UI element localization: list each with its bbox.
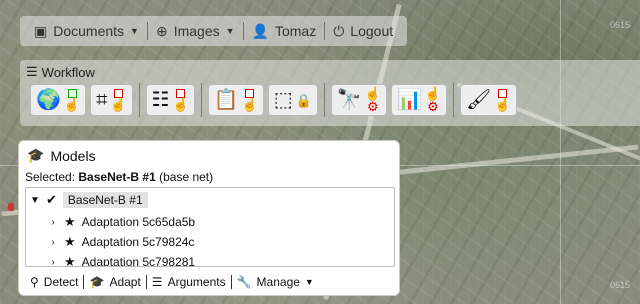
gear-icon: ⚙ [367, 99, 379, 114]
top-nav: ▣ Documents ▼ ⊕ Images ▼ 👤 Tomaz ⏻ Logou… [20, 16, 408, 46]
gear-icon: ⚙ [427, 99, 439, 114]
manage-label: Manage [256, 275, 300, 289]
workflow-panel: ☰ Workflow 🌍 ☝ ⌗ ☝ ☷ ☝ 📋 ☝ ⬚ 🔒 🔭 ☝ ⚙ 📊 ☝… [20, 60, 640, 126]
images-icon: ⊕ [155, 22, 168, 39]
brush-icon: 🖌 [466, 89, 492, 111]
images-menu[interactable]: ⊕ Images ▼ [148, 23, 243, 40]
selected-model-type: (base net) [159, 170, 214, 184]
binoculars-icon: ⚲ [30, 275, 39, 289]
folder-icon: ▣ [34, 22, 48, 39]
review-button[interactable]: 📋 ☝ [207, 84, 264, 116]
nav-divider [324, 22, 326, 40]
tree-item-label[interactable]: Adaptation 5c79824c [82, 235, 195, 249]
caret-down-icon: ▼ [130, 26, 139, 36]
pointer-hand-icon: ☝ [494, 97, 511, 112]
manage-menu[interactable]: 🔧 Manage ▼ [232, 275, 319, 289]
pointer-hand-icon: ☝ [63, 97, 81, 112]
caret-down-icon: ▼ [304, 277, 314, 287]
labels-button[interactable]: ☷ ☝ [145, 84, 195, 116]
tree-item-label[interactable]: Adaptation 5c798281 [82, 255, 195, 266]
models-title: Models [50, 147, 96, 164]
workflow-title: Workflow [41, 64, 95, 80]
documents-label: Documents [53, 23, 125, 39]
workflow-group-export: 🖌 ☝ [454, 83, 523, 117]
selected-model: Selected: BaseNet-B #1 (base net) [25, 170, 213, 184]
chevron-right-icon[interactable]: › [48, 257, 58, 267]
detect-action[interactable]: ⚲ Detect [25, 275, 83, 289]
tree-item[interactable]: › ★ Adaptation 5c65da5b [48, 214, 195, 230]
model-tree[interactable]: ▼ ✔ BaseNet-B #1 › ★ Adaptation 5c65da5b… [25, 187, 395, 267]
bar-chart-icon: 📊 [396, 89, 422, 111]
map-watermark: 0615 [609, 280, 630, 290]
checklist-icon: ☷ [151, 89, 170, 111]
map-watermark: 0615 [609, 20, 630, 30]
documents-menu[interactable]: ▣ Documents ▼ [26, 23, 147, 40]
polygon-icon: ⌗ [96, 89, 108, 111]
workflow-group-review: 📋 ☝ ⬚ 🔒 [202, 83, 325, 117]
chevron-right-icon[interactable]: › [48, 217, 58, 228]
nav-divider [146, 22, 148, 40]
pointer-hand-icon: ☝ [241, 97, 258, 112]
chevron-right-icon[interactable]: › [48, 237, 58, 248]
statistics-button[interactable]: 📊 ☝ ⚙ [390, 84, 448, 116]
arguments-action[interactable]: ☰ Arguments [147, 275, 231, 289]
caret-down-icon[interactable]: ▼ [30, 195, 40, 206]
power-icon: ⏻ [333, 22, 345, 39]
logout-button[interactable]: ⏻ Logout [325, 23, 401, 40]
tree-item[interactable]: › ★ Adaptation 5c79824c [48, 234, 194, 250]
model-actions: ⚲ Detect 🎓 Adapt ☰ Arguments 🔧 Manage ▼ [25, 275, 319, 289]
tree-item-label[interactable]: Adaptation 5c65da5b [82, 215, 195, 229]
adapt-action[interactable]: 🎓 Adapt [84, 275, 145, 289]
logout-label: Logout [350, 23, 394, 39]
sliders-icon: ☰ [151, 275, 163, 289]
adapt-label: Adapt [109, 275, 141, 289]
user-label: Tomaz [274, 23, 317, 39]
detect-button[interactable]: 🔭 ☝ ⚙ [330, 84, 387, 116]
workflow-group-detection: 🔭 ☝ ⚙ 📊 ☝ ⚙ [325, 83, 455, 117]
caret-down-icon: ▼ [225, 26, 235, 36]
double-check-icon: ✔ [46, 192, 57, 207]
area-button[interactable]: ⬚ 🔒 [267, 84, 318, 116]
models-panel: 🎓 Models Selected: BaseNet-B #1 (base ne… [18, 140, 400, 296]
selected-prefix: Selected: [25, 170, 76, 184]
annotate-button[interactable]: ⌗ ☝ [90, 84, 133, 116]
images-label: Images [173, 23, 220, 39]
star-icon: ★ [64, 234, 76, 249]
workflow-header: ☰ Workflow [26, 64, 95, 80]
map-grid-line [560, 0, 561, 304]
models-header: 🎓 Models [27, 147, 96, 164]
pointer-hand-icon: ☝ [172, 97, 189, 112]
tree-root[interactable]: ▼ ✔ BaseNet-B #1 [30, 192, 148, 208]
detect-label: Detect [43, 275, 79, 289]
graduation-cap-icon: 🎓 [89, 275, 105, 289]
workflow-group-labels: ☷ ☝ [140, 83, 202, 117]
workflow-group-imagery: 🌍 ☝ ⌗ ☝ [24, 83, 140, 117]
tree-root-label[interactable]: BaseNet-B #1 [62, 192, 148, 208]
list-icon: ☰ [26, 64, 38, 79]
lock-icon: 🔒 [295, 92, 312, 108]
export-button[interactable]: 🖌 ☝ [460, 84, 517, 116]
tree-item[interactable]: › ★ Adaptation 5c798281 [48, 254, 195, 267]
clipboard-check-icon: 📋 [213, 89, 239, 111]
binoculars-icon: 🔭 [336, 89, 362, 111]
pointer-hand-icon: ☝ [110, 97, 127, 112]
nav-divider [242, 22, 244, 40]
user-icon: 👤 [251, 22, 269, 39]
load-imagery-button[interactable]: 🌍 ☝ [30, 84, 87, 116]
wrench-icon: 🔧 [236, 275, 252, 289]
star-icon: ★ [64, 214, 76, 229]
arguments-label: Arguments [167, 275, 226, 289]
graduation-cap-icon: 🎓 [27, 147, 45, 163]
bounding-box-icon: ⬚ [273, 89, 293, 111]
selected-model-name: BaseNet-B #1 [78, 170, 156, 184]
map-marker[interactable] [8, 203, 14, 211]
star-icon: ★ [64, 254, 76, 267]
globe-icon: 🌍 [36, 89, 61, 111]
user-menu[interactable]: 👤 Tomaz [244, 23, 325, 40]
workflow-toolbar: 🌍 ☝ ⌗ ☝ ☷ ☝ 📋 ☝ ⬚ 🔒 🔭 ☝ ⚙ 📊 ☝ ⚙ 🖌 ☝ [24, 80, 523, 120]
